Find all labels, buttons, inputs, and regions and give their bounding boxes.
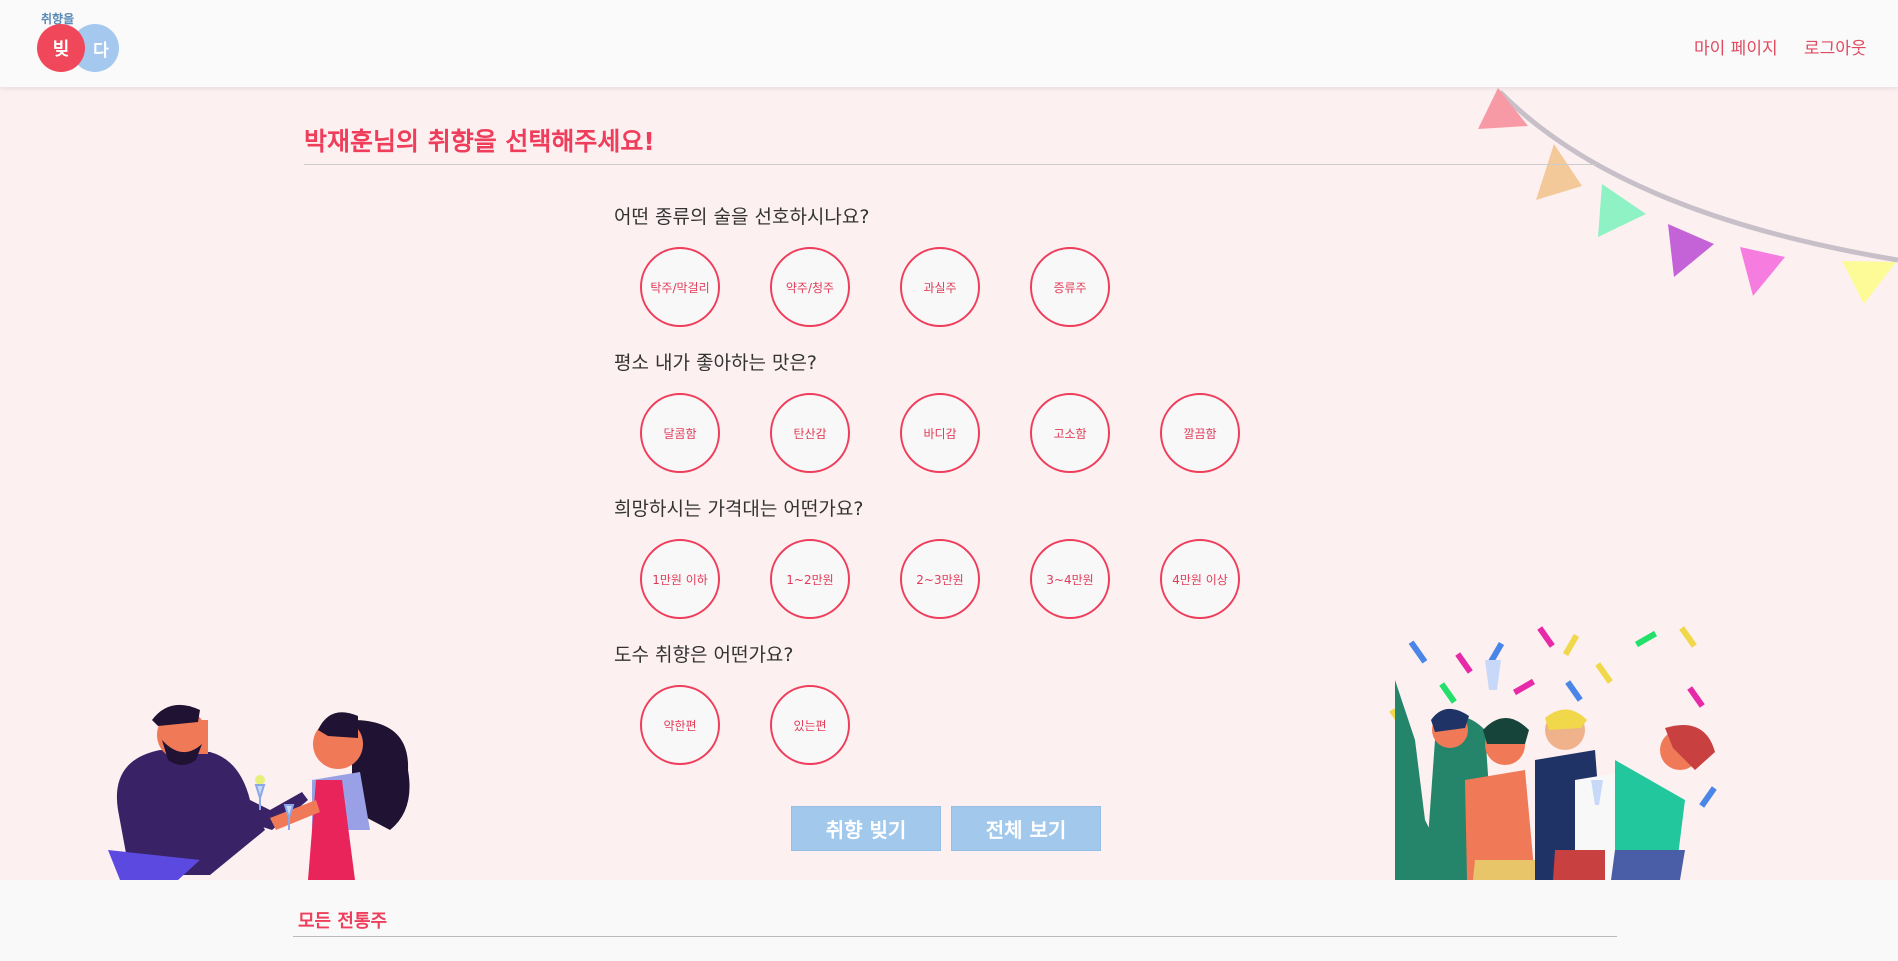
option-nutty[interactable]: 고소함 <box>1030 393 1110 473</box>
option-fruit-wine[interactable]: 과실주 <box>900 247 980 327</box>
question-taste: 평소 내가 좋아하는 맛은? <box>614 352 818 374</box>
option-price-over-40k[interactable]: 4만원 이상 <box>1160 539 1240 619</box>
option-price-20-30k[interactable]: 2~3만원 <box>900 539 980 619</box>
option-clean[interactable]: 깔끔함 <box>1160 393 1240 473</box>
option-price-under-10k[interactable]: 1만원 이하 <box>640 539 720 619</box>
option-price-30-40k[interactable]: 3~4만원 <box>1030 539 1110 619</box>
make-preference-button[interactable]: 취향 빚기 <box>791 806 941 851</box>
question-alcohol-type: 어떤 종류의 술을 선호하시나요? <box>614 206 870 228</box>
header: 취향을 다 빚 마이 페이지 로그아웃 <box>0 0 1898 87</box>
logo-circle-left: 빚 <box>37 24 85 72</box>
option-takju[interactable]: 탁주/막걸리 <box>640 247 720 327</box>
question-price: 희망하시는 가격대는 어떤가요? <box>614 498 864 520</box>
option-sweet[interactable]: 달콤함 <box>640 393 720 473</box>
option-abv-low[interactable]: 약한편 <box>640 685 720 765</box>
view-all-button[interactable]: 전체 보기 <box>951 806 1101 851</box>
bunting-flags-illustration <box>1478 88 1898 304</box>
question-abv: 도수 취향은 어떤가요? <box>614 644 794 666</box>
party-crowd-illustration <box>1389 626 1717 880</box>
all-drinks-title: 모든 전통주 <box>298 911 388 932</box>
option-distilled[interactable]: 증류주 <box>1030 247 1110 327</box>
title-divider <box>304 164 1596 165</box>
page-title: 박재훈님의 취향을 선택해주세요! <box>304 127 655 156</box>
option-price-10-20k[interactable]: 1~2만원 <box>770 539 850 619</box>
couple-toasting-illustration <box>108 704 410 880</box>
option-body[interactable]: 바디감 <box>900 393 980 473</box>
option-abv-high[interactable]: 있는편 <box>770 685 850 765</box>
all-drinks-divider <box>293 936 1617 937</box>
nav-logout-link[interactable]: 로그아웃 <box>1804 34 1867 59</box>
option-carbonation[interactable]: 탄산감 <box>770 393 850 473</box>
logo[interactable]: 취향을 다 빚 <box>37 8 123 72</box>
all-drinks-section <box>0 880 1898 961</box>
option-yakju[interactable]: 약주/청주 <box>770 247 850 327</box>
nav-my-page-link[interactable]: 마이 페이지 <box>1694 34 1778 59</box>
